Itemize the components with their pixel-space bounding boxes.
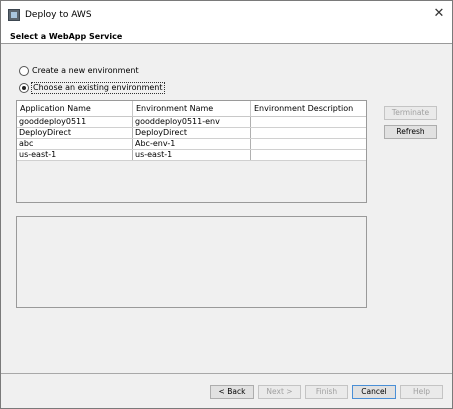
cell-application-name: us-east-1 <box>17 150 133 160</box>
existing-environment-option[interactable]: Choose an existing environment <box>19 82 165 94</box>
app-icon <box>8 9 20 21</box>
cell-environment-name: Abc-env-1 <box>133 139 251 149</box>
column-header-application-name[interactable]: Application Name <box>17 101 133 116</box>
cell-environment-description <box>251 150 366 160</box>
footer-divider <box>1 373 452 374</box>
title-bar: Deploy to AWS ✕ <box>1 1 452 29</box>
back-button[interactable]: < Back <box>210 385 254 399</box>
existing-environment-label: Choose an existing environment <box>31 82 165 94</box>
column-header-environment-description[interactable]: Environment Description <box>251 101 366 116</box>
cell-environment-description <box>251 139 366 149</box>
cell-environment-description <box>251 117 366 127</box>
help-button[interactable]: Help <box>400 385 443 399</box>
page-title: Select a WebApp Service <box>10 32 123 41</box>
cell-environment-description <box>251 128 366 138</box>
window-title: Deploy to AWS <box>25 10 92 20</box>
table-row[interactable]: abc Abc-env-1 <box>17 139 366 150</box>
create-environment-option[interactable]: Create a new environment <box>19 65 139 77</box>
cell-environment-name: gooddeploy0511-env <box>133 117 251 127</box>
table-row[interactable]: us-east-1 us-east-1 <box>17 150 366 161</box>
next-button[interactable]: Next > <box>258 385 301 399</box>
table-header: Application Name Environment Name Enviro… <box>17 101 366 117</box>
deploy-to-aws-dialog: Deploy to AWS ✕ Select a WebApp Service … <box>0 0 453 409</box>
cancel-button[interactable]: Cancel <box>352 385 396 399</box>
environment-details-panel <box>16 216 367 308</box>
cell-environment-name: us-east-1 <box>133 150 251 160</box>
cell-environment-name: DeployDirect <box>133 128 251 138</box>
column-header-environment-name[interactable]: Environment Name <box>133 101 251 116</box>
environments-table: Application Name Environment Name Enviro… <box>16 100 367 203</box>
cell-application-name: gooddeploy0511 <box>17 117 133 127</box>
cell-application-name: DeployDirect <box>17 128 133 138</box>
create-environment-label: Create a new environment <box>32 66 139 75</box>
finish-button[interactable]: Finish <box>305 385 348 399</box>
table-row[interactable]: gooddeploy0511 gooddeploy0511-env <box>17 117 366 128</box>
existing-environment-radio[interactable] <box>19 83 29 93</box>
refresh-button[interactable]: Refresh <box>384 125 437 139</box>
wizard-header: Select a WebApp Service <box>1 29 452 44</box>
terminate-button[interactable]: Terminate <box>384 106 437 120</box>
close-icon[interactable]: ✕ <box>432 6 446 22</box>
create-environment-radio[interactable] <box>19 66 29 76</box>
cell-application-name: abc <box>17 139 133 149</box>
header-divider <box>1 43 452 44</box>
table-row[interactable]: DeployDirect DeployDirect <box>17 128 366 139</box>
